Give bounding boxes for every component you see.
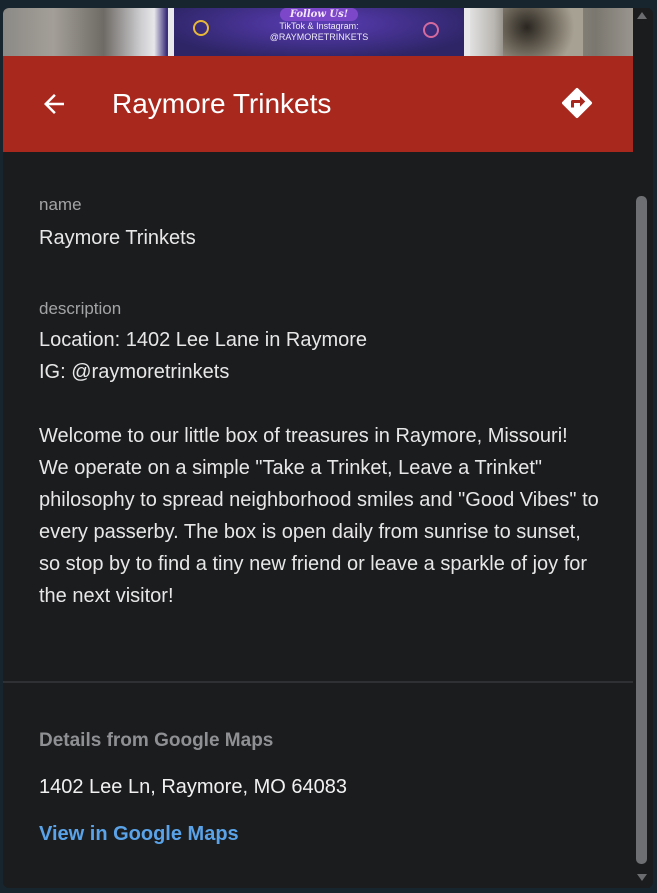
place-details-panel: Follow Us! TikTok & Instagram: @RAYMORET… xyxy=(3,8,653,888)
arrow-left-icon xyxy=(44,94,64,114)
description-line: IG: @raymoretrinkets xyxy=(39,361,230,383)
name-label: name xyxy=(39,195,82,214)
section-divider xyxy=(3,681,633,683)
description-line: Location: 1402 Lee Lane in Raymore xyxy=(39,329,368,351)
directions-icon xyxy=(561,87,593,119)
description-spacer xyxy=(39,388,599,420)
name-value: Raymore Trinkets xyxy=(39,227,196,249)
view-in-google-maps-link[interactable]: View in Google Maps xyxy=(39,823,239,846)
hero-photo-tree xyxy=(503,8,583,56)
directions-button[interactable] xyxy=(559,85,595,121)
scroll-up-arrow-icon[interactable] xyxy=(637,12,647,19)
hero-social-line-1: TikTok & Instagram: xyxy=(279,21,359,31)
scrollbar[interactable] xyxy=(633,8,650,888)
google-maps-address: 1402 Lee Ln, Raymore, MO 64083 xyxy=(39,776,347,798)
window-frame: Follow Us! TikTok & Instagram: @RAYMORET… xyxy=(0,0,657,893)
description-value: Location: 1402 Lee Lane in Raymore IG: @… xyxy=(39,324,599,612)
hero-decoration-icon xyxy=(423,22,439,38)
app-bar: Raymore Trinkets xyxy=(3,56,633,152)
scrollbar-thumb[interactable] xyxy=(636,196,647,864)
scroll-down-arrow-icon[interactable] xyxy=(637,874,647,881)
description-body: Welcome to our little box of treasures i… xyxy=(39,425,599,607)
hero-social-line-2: @RAYMORETRINKETS xyxy=(269,32,369,42)
page-title: Raymore Trinkets xyxy=(112,88,332,119)
hero-photo: Follow Us! TikTok & Instagram: @RAYMORET… xyxy=(3,8,633,56)
details-content: name Raymore Trinkets description Locati… xyxy=(3,152,633,888)
hero-decoration-icon xyxy=(193,20,209,36)
description-label: description xyxy=(39,299,122,318)
hero-follow-text: Follow Us! xyxy=(279,8,359,21)
back-button[interactable] xyxy=(39,89,69,119)
google-maps-header: Details from Google Maps xyxy=(39,730,274,751)
